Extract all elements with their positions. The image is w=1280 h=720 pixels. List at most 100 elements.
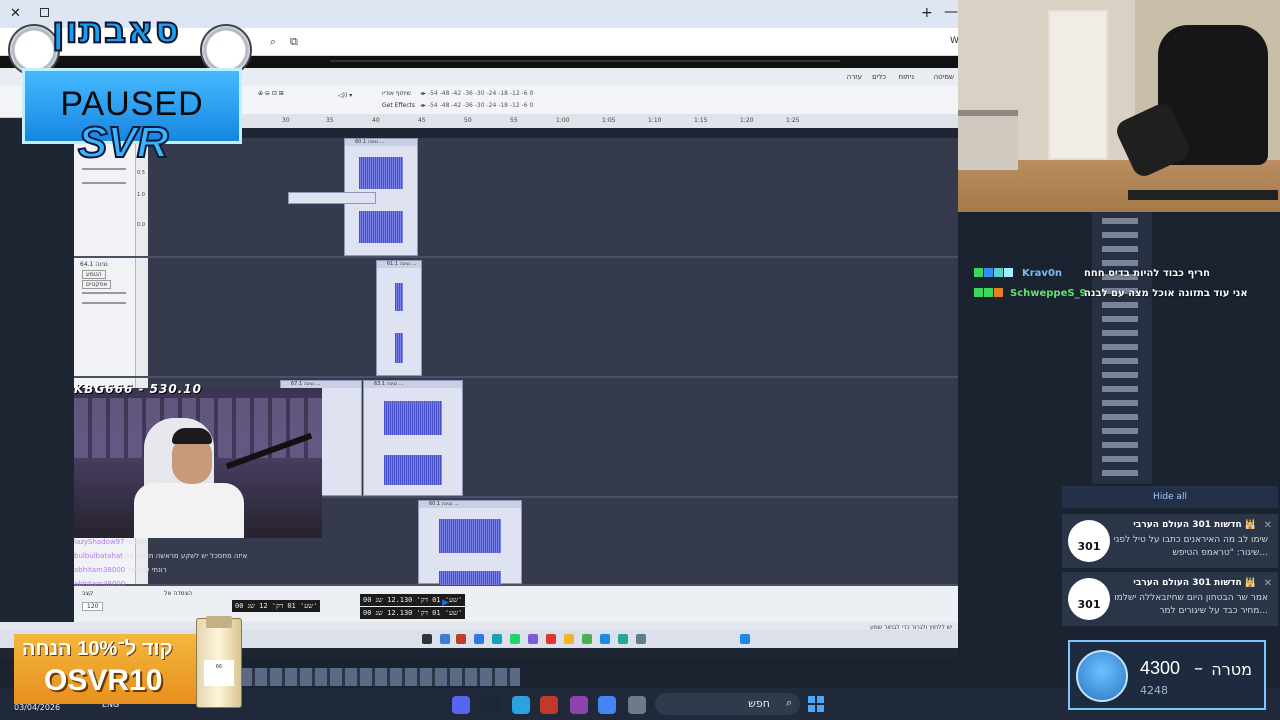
effects-button[interactable]: אפקטים: [82, 280, 112, 289]
share-audio-button[interactable]: שיתוף אודיו: [382, 90, 411, 97]
list-item[interactable]: [1102, 414, 1138, 420]
mini-chat-line: abhitam38000: [74, 580, 274, 594]
audio-clip[interactable]: [288, 192, 376, 204]
app-icon[interactable]: [474, 634, 484, 644]
app-icon[interactable]: [440, 634, 450, 644]
list-item[interactable]: [1102, 400, 1138, 406]
get-effects-button[interactable]: Get Effects: [382, 102, 415, 109]
mini-chat-user: abhitam38000: [74, 580, 126, 588]
track-name: 64.1 נגינה: [80, 261, 108, 268]
goal-target: 4300: [1140, 658, 1181, 678]
notification-title: חדשות 301 העולם הערבי 🕌: [1133, 520, 1256, 530]
chat-message: SchweppeS_9 אני עוד בתזונה אוכל מצה עם ל…: [972, 286, 1252, 306]
app-icon[interactable]: [600, 634, 610, 644]
taskbar-search[interactable]: חפש ⌕: [655, 693, 800, 715]
app-icon[interactable]: [422, 634, 432, 644]
list-item[interactable]: [1102, 456, 1138, 462]
time-display[interactable]: 00 שע' 01 דק' 12 שנ': [232, 600, 321, 612]
app-icon[interactable]: [582, 634, 592, 644]
waveform: [383, 455, 443, 485]
start-windows-icon[interactable]: [808, 696, 824, 712]
list-item[interactable]: [1102, 218, 1138, 224]
notification-panel: Hide all 301 חדשות 301 העולם הערבי 🕌 שימ…: [1062, 486, 1278, 636]
mini-chat-line: abhitam38000 רונתי עדיכאל: [74, 566, 274, 580]
list-item[interactable]: [1102, 358, 1138, 364]
steam-icon[interactable]: [482, 696, 500, 714]
audio-clip[interactable]: 61.1 נגינה ...: [376, 260, 422, 376]
ruler-tick: 1:15: [694, 117, 708, 124]
list-item[interactable]: [1102, 232, 1138, 238]
clip-title: 67.1 נגינה ...: [281, 381, 361, 388]
list-item[interactable]: [1102, 442, 1138, 448]
thumbnail-strip: [240, 668, 520, 686]
meter-icon: ◂▸ -54 -48 -42 -36 -30 -24 -18 -12 -6 0: [420, 90, 534, 97]
chrome-icon[interactable]: [598, 696, 616, 714]
app-icon[interactable]: [510, 634, 520, 644]
telegram-icon[interactable]: [512, 696, 530, 714]
search-icon[interactable]: ⌕: [270, 35, 276, 49]
timeline-ruler[interactable]: 15 20 30 35 40 45 50 55 1:00 1:05 1:10 1…: [140, 114, 958, 128]
new-tab-icon[interactable]: +: [921, 5, 933, 21]
app-icon[interactable]: [492, 634, 502, 644]
svr-text: SVR: [77, 117, 169, 168]
audio-clip[interactable]: 63.1 נגינה ...: [363, 380, 463, 496]
list-item[interactable]: [1102, 386, 1138, 392]
chat-message: Krav0n חריף כבוד להיות בדיס חחח: [972, 266, 1252, 286]
track-control-panel[interactable]: 64.1 נגינה הטמע אפקטים: [74, 258, 136, 376]
menu-item[interactable]: ניתוח: [899, 73, 914, 81]
close-icon[interactable]: ✕: [1264, 520, 1272, 531]
stream-screen: ✕ + — ⌕ ⧉ W שמיטה ניתוח כלים עזרה ⊕ ⊖ ⊡ …: [0, 0, 1280, 720]
minimize-icon[interactable]: —: [944, 4, 958, 20]
menu-item[interactable]: שמיטה: [934, 73, 954, 81]
audio-track[interactable]: 64.1 נגינה הטמע אפקטים 61.1 נגינה ...: [74, 258, 958, 378]
volume-icon[interactable]: ◁)) ▾: [338, 92, 352, 99]
chat-username[interactable]: Krav0n: [1022, 268, 1062, 279]
meter-icon: ◂▸ -54 -48 -42 -36 -30 -24 -18 -12 -6 0: [420, 102, 534, 109]
list-item[interactable]: [1102, 316, 1138, 322]
mini-chat-text: איזה מתסכל יש לשקע מראשה תוכנה לה: [125, 552, 248, 560]
windows-icon[interactable]: [740, 634, 750, 644]
selection-end-display[interactable]: 00 שע' 01 דק' 12.130 שנ': [360, 607, 466, 619]
app-icon[interactable]: [456, 634, 466, 644]
notification-body: שימו לב מה האיראנים כתבו על טיל לפני שיג…: [1113, 535, 1268, 558]
audio-track[interactable]: 0.5 1.0 0.0 60.1 נגינה ...: [74, 138, 958, 258]
notification-card[interactable]: 301 חדשות 301 העולם הערבי 🕌 שימו לב מה ה…: [1062, 514, 1278, 568]
obs-icon[interactable]: [570, 696, 588, 714]
menu-item[interactable]: כלים: [872, 73, 886, 81]
list-item[interactable]: [1102, 246, 1138, 252]
play-icon[interactable]: ▶: [442, 598, 449, 608]
app-icon[interactable]: [564, 634, 574, 644]
list-item[interactable]: [1102, 330, 1138, 336]
ruler-tick: 45: [418, 117, 426, 124]
mini-chat-text: רונתי עדיכאל: [127, 566, 167, 574]
scale-value: 1.0: [137, 192, 145, 198]
ruler-tick: 1:10: [648, 117, 662, 124]
screenshot-icon[interactable]: ⧉: [290, 35, 298, 49]
rate-input[interactable]: 120: [82, 602, 104, 611]
zoom-tools-icon[interactable]: ⊕ ⊖ ⊡ ⊞: [258, 90, 284, 97]
app-icon[interactable]: [546, 634, 556, 644]
perfume-label: 66: [204, 660, 234, 686]
app-icon[interactable]: [528, 634, 538, 644]
mini-chat-line: bulbulbatahat איזה מתסכל יש לשקע מראשה ת…: [74, 552, 274, 566]
menu-item[interactable]: עזרה: [847, 73, 862, 81]
mute-button[interactable]: הטמע: [82, 270, 106, 279]
selection-start-display[interactable]: 00 שע' 01 דק' 12.130 שנ': [360, 594, 466, 606]
notification-card[interactable]: 301 חדשות 301 העולם הערבי 🕌 אמר שר הבטחו…: [1062, 572, 1278, 626]
audio-clip[interactable]: 60.1 נגינה ...: [418, 500, 522, 585]
list-item[interactable]: [1102, 428, 1138, 434]
hide-all-button[interactable]: Hide all: [1062, 486, 1278, 508]
chat-username[interactable]: SchweppeS_9: [1010, 288, 1087, 299]
task-view-icon[interactable]: [628, 696, 646, 714]
app-icon[interactable]: [618, 634, 628, 644]
magnet-icon[interactable]: [540, 696, 558, 714]
taskbar-date: 03/04/2026: [14, 703, 61, 712]
app-icon[interactable]: [636, 634, 646, 644]
close-icon[interactable]: ✕: [1264, 578, 1272, 589]
discord-icon[interactable]: [452, 696, 470, 714]
list-item[interactable]: [1102, 470, 1138, 476]
list-item[interactable]: [1102, 344, 1138, 350]
scale-value: 0.0: [137, 222, 145, 228]
list-item[interactable]: [1102, 372, 1138, 378]
ruler-tick: 35: [326, 117, 334, 124]
